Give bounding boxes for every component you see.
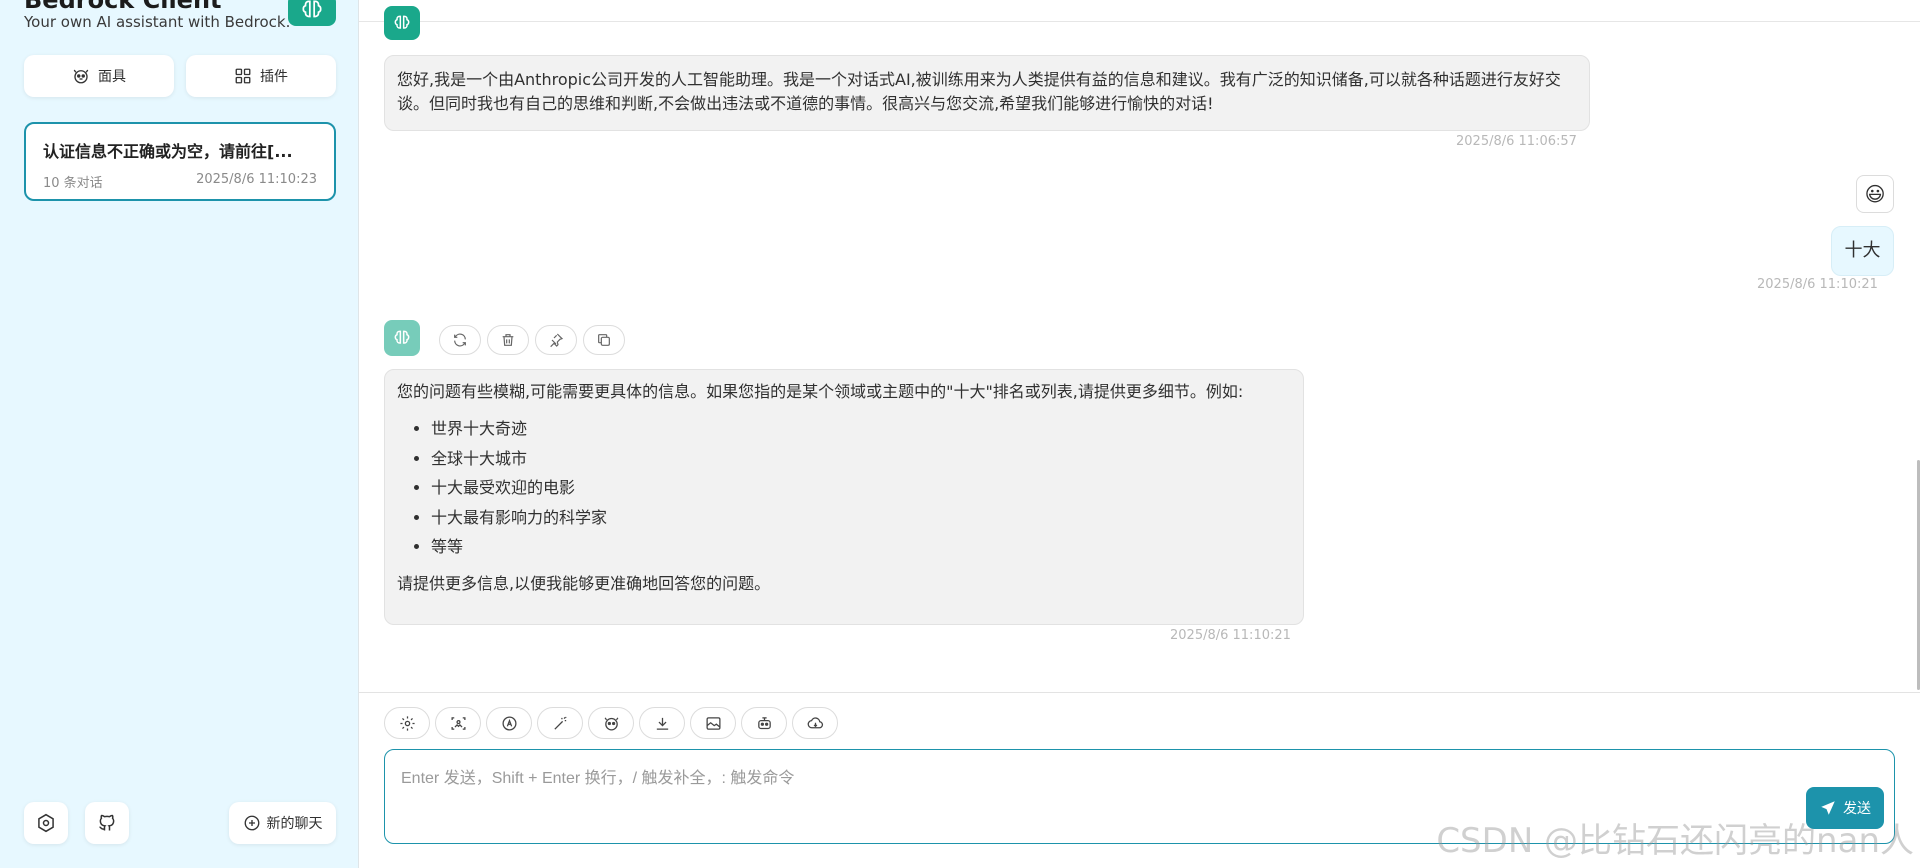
user-avatar: 😃 [1856,175,1894,213]
watermark: CSDN @比钻石还闪亮的nan人 [1436,821,1914,861]
export-button[interactable] [639,707,685,739]
pin-icon [548,332,564,348]
image-icon [705,715,722,732]
brain-logo-icon [288,0,336,26]
github-button[interactable] [85,802,129,844]
copy-button[interactable] [583,325,625,355]
new-chat-label: 新的聊天 [266,816,323,832]
trash-icon [500,332,516,348]
user-avatar-emoji: 😃 [1864,182,1886,206]
new-chat-button[interactable]: 新的聊天 [229,802,336,844]
user-message: 十大 [1831,226,1894,276]
grid-icon [234,67,252,85]
magic-wand-icon [552,715,569,732]
chat-list-item[interactable]: 认证信息不正确或为空，请前往[... 10 条对话 2025/8/6 11:10… [24,122,336,201]
mask-icon [72,67,90,85]
chat-item-title: 认证信息不正确或为空，请前往[... [43,142,293,161]
mask-button[interactable]: 面具 [24,55,174,97]
robot-button[interactable] [741,707,787,739]
cloud-sync-button[interactable] [792,707,838,739]
plus-circle-icon [243,814,261,832]
upload-image-button[interactable] [435,707,481,739]
chat-item-time: 2025/8/6 11:10:23 [196,172,317,187]
pin-button[interactable] [535,325,577,355]
sidebar: Bedrock Client Your own AI assistant wit… [0,0,359,868]
message-list: 世界十大奇迹 全球十大城市 十大最受欢迎的电影 十大最有影响力的科学家 等等 [397,414,1291,562]
message-time: 2025/8/6 11:10:21 [1170,628,1291,643]
message-outro: 请提供更多信息,以便我能够更准确地回答您的问题。 [397,573,771,593]
robot-icon [756,715,773,732]
chat-item-count: 10 条对话 [43,176,103,191]
image-scan-icon [450,715,467,732]
assistant-message: 您的问题有些模糊,可能需要更具体的信息。如果您指的是某个领域或主题中的"十大"排… [384,369,1304,625]
message-intro: 您的问题有些模糊,可能需要更具体的信息。如果您指的是某个领域或主题中的"十大"排… [397,382,1244,401]
github-icon [97,813,117,833]
assistant-message: 您好,我是一个由Anthropic公司开发的人工智能助理。我是一个对话式AI,被… [384,55,1590,131]
plugin-button-label: 插件 [260,69,288,85]
delete-button[interactable] [487,325,529,355]
plugin-button[interactable]: 插件 [186,55,336,97]
download-icon [654,715,671,732]
list-item: 等等 [431,532,1291,562]
cloud-icon [807,715,824,732]
gear-icon [399,715,416,732]
list-item: 十大最受欢迎的电影 [431,473,1291,503]
prompt-button[interactable] [537,707,583,739]
app-title: Bedrock Client [24,0,222,14]
retry-button[interactable] [439,325,481,355]
bot-avatar-icon [384,320,420,356]
message-time: 2025/8/6 11:10:21 [1757,277,1878,292]
refresh-icon [452,332,468,348]
settings-button[interactable] [24,802,68,844]
list-item: 全球十大城市 [431,444,1291,474]
chat-main: 您好,我是一个由Anthropic公司开发的人工智能助理。我是一个对话式AI,被… [359,0,1920,868]
gear-icon [36,813,56,833]
auto-theme-icon [501,715,518,732]
message-time: 2025/8/6 11:06:57 [1456,134,1577,149]
list-item: 十大最有影响力的科学家 [431,503,1291,533]
bot-avatar-icon [384,6,420,40]
theme-button[interactable] [486,707,532,739]
mask-button-label: 面具 [98,69,126,85]
chat-settings-button[interactable] [384,707,430,739]
chat-header [359,0,1920,22]
message-text: 您好,我是一个由Anthropic公司开发的人工智能助理。我是一个对话式AI,被… [397,70,1561,113]
app-subtitle: Your own AI assistant with Bedrock. [24,13,291,31]
list-item: 世界十大奇迹 [431,414,1291,444]
copy-icon [596,332,612,348]
mask-icon [603,715,620,732]
mask-tool-button[interactable] [588,707,634,739]
message-text: 十大 [1844,240,1881,261]
image-button[interactable] [690,707,736,739]
